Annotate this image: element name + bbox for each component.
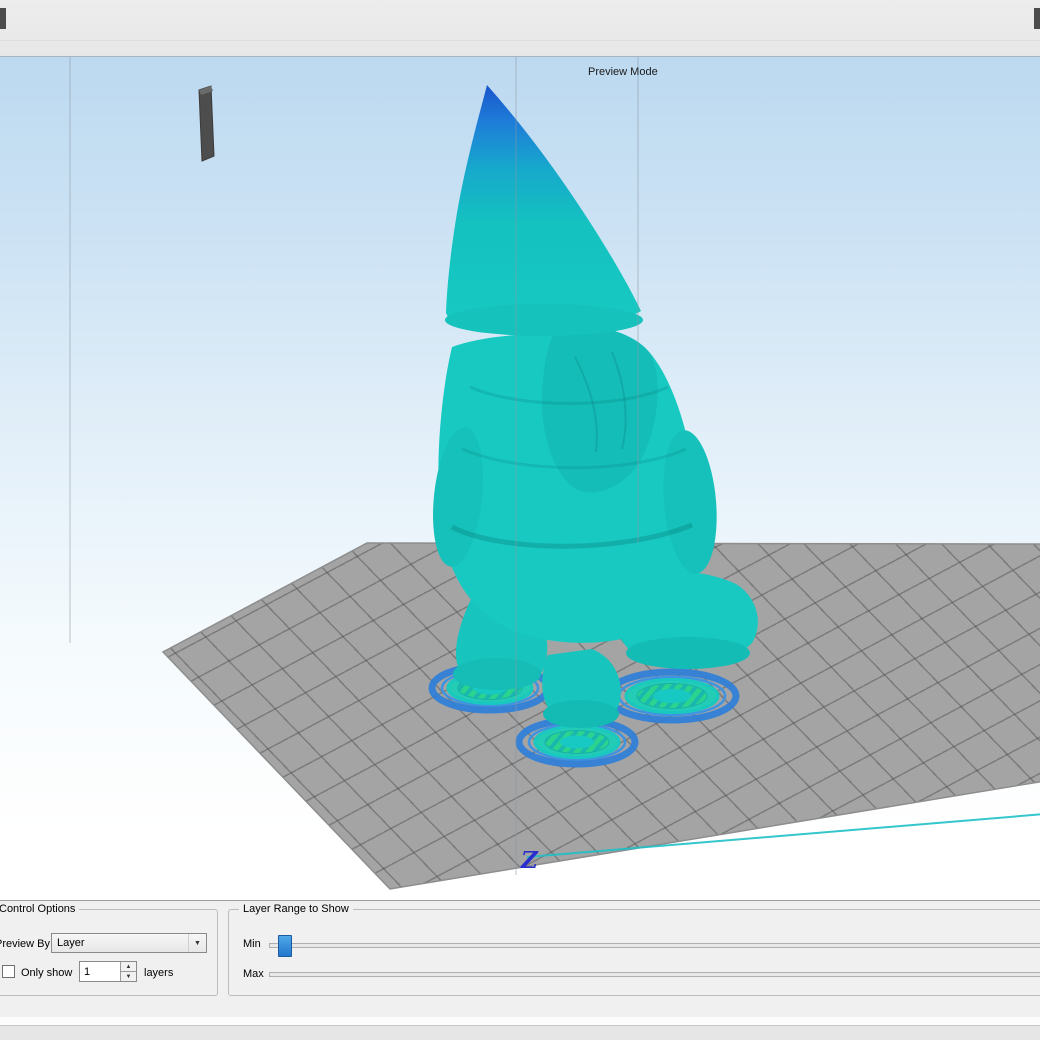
scene-graphics xyxy=(69,57,1040,890)
control-options-title: Control Options xyxy=(0,903,80,915)
min-label: Min xyxy=(243,938,261,950)
max-layer-slider-track[interactable] xyxy=(269,972,1040,977)
preview-by-value: Layer xyxy=(57,937,85,949)
preview-by-label: Preview By xyxy=(0,938,51,950)
spin-up-button[interactable]: ▲ xyxy=(121,962,136,972)
y-axis-line xyxy=(526,813,1040,858)
min-layer-slider-handle[interactable] xyxy=(278,935,292,957)
spin-down-button[interactable]: ▼ xyxy=(121,972,136,981)
chevron-up-icon: ▲ xyxy=(125,963,132,970)
dropdown-arrow-box[interactable]: ▼ xyxy=(188,934,206,952)
min-layer-slider-track[interactable] xyxy=(269,943,1040,948)
max-label: Max xyxy=(243,968,264,980)
z-axis-label: Z xyxy=(521,847,538,874)
window-chrome-right xyxy=(1034,8,1040,29)
layer-range-title: Layer Range to Show xyxy=(239,903,353,915)
preview-3d-viewport[interactable]: Preview Mode Z xyxy=(0,57,1040,900)
chevron-down-icon: ▼ xyxy=(194,939,201,947)
spinner-buttons: ▲ ▼ xyxy=(120,962,136,981)
toolbar-divider xyxy=(0,40,1040,41)
prime-pillar xyxy=(198,85,215,162)
only-show-checkbox[interactable] xyxy=(2,965,15,978)
skirt-ring-right xyxy=(604,668,740,724)
bottom-control-panel: Control Options Preview By Layer ▼ Only … xyxy=(0,900,1040,1040)
control-options-group: Control Options Preview By Layer ▼ Only … xyxy=(0,903,218,996)
preview-by-dropdown[interactable]: Layer ▼ xyxy=(51,933,207,953)
chevron-down-icon: ▼ xyxy=(125,973,132,980)
layer-range-group: Layer Range to Show Min Max xyxy=(228,903,1040,996)
window-top-bar xyxy=(0,0,1040,57)
status-bar xyxy=(0,1025,1040,1040)
app-window: Preview Mode Z Control Options Preview B… xyxy=(0,0,1040,1040)
layer-count-spinner[interactable]: ▲ ▼ xyxy=(79,961,137,982)
only-show-label: Only show xyxy=(21,967,73,979)
layers-label: layers xyxy=(144,967,174,979)
gnome-model xyxy=(433,85,758,728)
layer-count-input[interactable] xyxy=(80,962,120,981)
preview-mode-label: Preview Mode xyxy=(588,66,658,78)
panel-spacer xyxy=(0,1017,1040,1025)
window-chrome-left xyxy=(0,8,6,29)
